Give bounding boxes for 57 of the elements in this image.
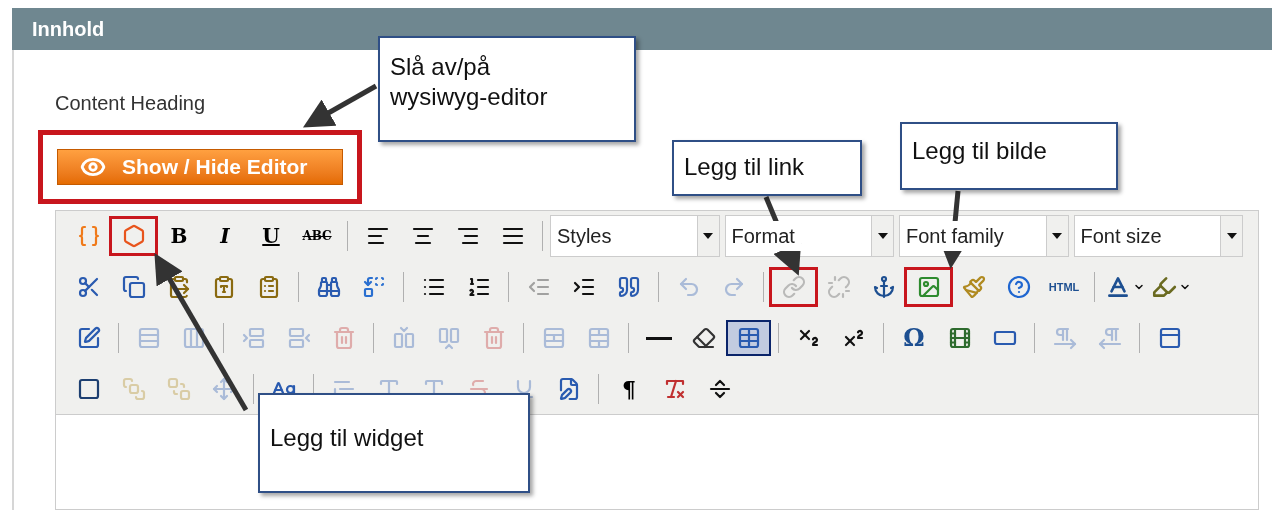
copy-icon — [121, 275, 146, 299]
table-edit-icon — [76, 326, 101, 350]
binoculars-icon — [316, 275, 341, 299]
film-icon — [947, 326, 972, 350]
insert-column-after-icon — [436, 326, 461, 350]
insert-column-before-icon — [391, 326, 416, 350]
horizontal-line-icon — [645, 336, 672, 340]
toolbar-button[interactable]: I — [202, 218, 248, 254]
page-break-icon — [707, 377, 732, 401]
replace-icon — [361, 275, 386, 299]
split-cells-icon — [541, 326, 566, 350]
anchor-icon — [871, 275, 896, 299]
delete-row-icon — [331, 326, 356, 350]
help-icon — [1006, 275, 1031, 299]
callout-tooltip: Slå av/på wysiwyg-editor — [378, 36, 636, 142]
link-icon — [781, 275, 806, 299]
dropdown[interactable]: Font family — [899, 215, 1069, 257]
callout-tooltip: Legg til bilde — [900, 122, 1118, 190]
field-label: Content Heading — [55, 91, 206, 116]
scissors-icon — [76, 275, 101, 299]
row-properties-icon — [136, 326, 161, 350]
text-color-icon — [1105, 274, 1131, 300]
insert-row-before-icon — [241, 326, 266, 350]
merge-cells-icon — [586, 326, 611, 350]
insert-row-after-icon — [286, 326, 311, 350]
dropdown[interactable]: Font size — [1073, 215, 1243, 257]
numbered-list-icon — [466, 275, 491, 299]
dropdown[interactable]: Styles — [550, 215, 720, 257]
highlight-icon — [1151, 274, 1177, 300]
pilcrow-left-icon — [1097, 326, 1122, 350]
toolbar-button[interactable]: Ω — [891, 320, 937, 356]
caret-icon — [703, 233, 713, 239]
callout-tooltip: Legg til widget — [258, 393, 530, 493]
eraser-icon — [691, 326, 716, 350]
caret-icon — [1226, 233, 1237, 239]
cell-properties-icon — [181, 326, 206, 350]
caret-icon — [1052, 233, 1062, 239]
toolbar-button[interactable]: B — [156, 218, 202, 254]
braces-icon — [76, 224, 101, 248]
image-icon — [916, 275, 941, 299]
caret-icon — [877, 233, 888, 239]
quote-icon — [616, 275, 641, 299]
toolbar-button[interactable]: HTML — [1041, 269, 1087, 305]
toolbar-button[interactable]: ¶ — [606, 371, 652, 407]
hexagon-icon — [121, 224, 146, 248]
dropdown[interactable]: Format — [724, 215, 894, 257]
pilcrow-right-icon — [1052, 326, 1077, 350]
brush-icon — [961, 275, 986, 299]
panel-title: Innhold — [32, 17, 105, 42]
delete-column-icon — [481, 326, 506, 350]
fullscreen-icon — [1157, 326, 1182, 350]
toolbar-button[interactable]: ABC — [294, 218, 340, 254]
toolbar-button[interactable]: U — [248, 218, 294, 254]
toolbar-button[interactable] — [726, 320, 771, 356]
table-icon — [736, 326, 761, 350]
callout-tooltip: Legg til link — [672, 140, 862, 196]
unlink-icon — [826, 275, 851, 299]
